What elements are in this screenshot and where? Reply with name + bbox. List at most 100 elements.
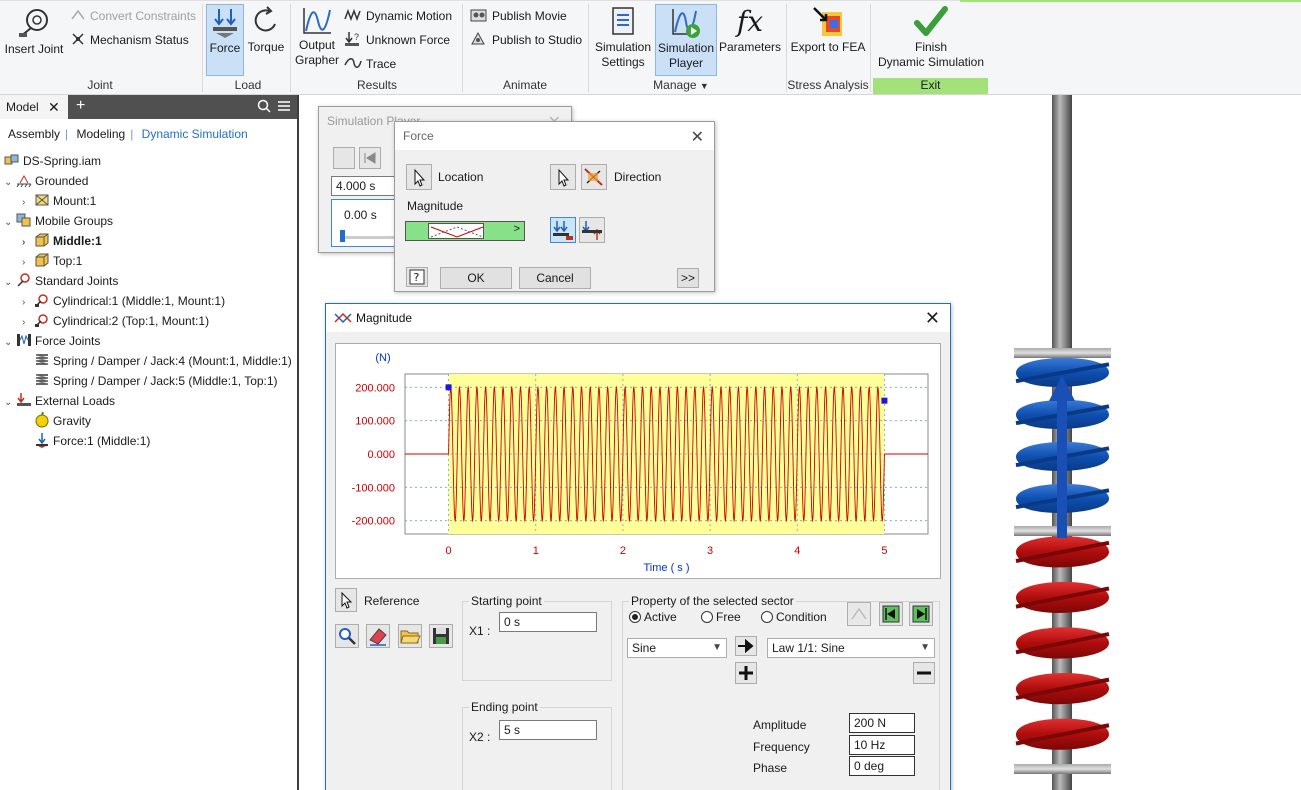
sim-record-button[interactable] — [333, 147, 355, 169]
subtab-assembly[interactable]: Assembly — [8, 127, 60, 141]
subtab-dynamic-simulation[interactable]: Dynamic Simulation — [142, 127, 248, 141]
frequency-input[interactable]: 10 Hz — [849, 735, 915, 755]
tree-item[interactable]: › Middle:1 — [22, 231, 102, 251]
help-button[interactable]: ? — [406, 267, 428, 287]
insert-joint-button[interactable]: Insert Joint — [4, 6, 64, 57]
parameters-label: Parameters — [718, 40, 782, 54]
chevron-right-icon[interactable]: › — [22, 233, 34, 253]
simulation-settings-button[interactable]: Simulation Settings — [592, 6, 654, 70]
force-button[interactable]: Force — [206, 4, 244, 76]
direction-select-button[interactable] — [550, 164, 576, 190]
output-grapher-button[interactable]: Output Grapher — [294, 6, 340, 68]
chevron-down-icon[interactable]: ⌄ — [4, 213, 16, 233]
location-select-button[interactable] — [406, 164, 432, 190]
export-to-fea-button[interactable]: Export to FEA — [790, 6, 866, 55]
sim-time-slider[interactable] — [340, 230, 345, 242]
chevron-down-icon[interactable]: ⌄ — [4, 393, 16, 413]
chevron-down-icon[interactable]: ⌄ — [4, 173, 16, 193]
simulation-player-button[interactable]: Simulation Player — [655, 4, 717, 76]
tree-item[interactable]: ⌄ Grounded — [4, 171, 88, 191]
reference-select-button[interactable] — [335, 588, 357, 612]
tree-item[interactable]: ⌄ Force Joints — [4, 331, 100, 351]
tree-item[interactable]: Force:1 (Middle:1) — [22, 431, 150, 451]
close-icon[interactable]: ✕ — [691, 127, 704, 147]
dynamic-motion-button[interactable]: Dynamic Motion — [344, 7, 452, 25]
chevron-down-icon[interactable]: ⌄ — [4, 273, 16, 293]
magnitude-chart-area[interactable]: 200.000 100.000 0.000 -100.000 -200.000 0 1 2 3 4… — [335, 343, 941, 579]
radio-free[interactable]: Free — [701, 610, 741, 624]
tree-item[interactable]: ⌄ Standard Joints — [4, 271, 118, 291]
radio-active[interactable]: Active — [629, 610, 677, 624]
tree-item[interactable]: Gravity — [22, 411, 91, 431]
tree-item[interactable]: › Cylindrical:2 (Top:1, Mount:1) — [22, 311, 209, 331]
reference-label: Reference — [364, 594, 420, 608]
spring-icon — [35, 374, 49, 385]
remove-law-button[interactable] — [913, 662, 935, 684]
menu-icon[interactable] — [277, 100, 291, 112]
expand-button[interactable]: >> — [677, 268, 699, 288]
publish-studio-button[interactable]: Publish to Studio — [470, 31, 582, 49]
trace-button[interactable]: Trace — [344, 55, 396, 73]
unknown-force-button[interactable]: ? Unknown Force — [344, 31, 450, 49]
close-icon[interactable]: ✕ — [48, 99, 60, 116]
tree-item[interactable]: ⌄ External Loads — [4, 391, 115, 411]
manage-dropdown-icon: ▼ — [699, 81, 709, 91]
chevron-right-icon[interactable]: › — [22, 193, 34, 213]
panel-label-results: Results — [356, 78, 397, 92]
erase-button[interactable] — [366, 624, 390, 648]
phase-label: Phase — [753, 761, 788, 775]
mechanism-status-button[interactable]: Mechanism Status — [70, 31, 189, 49]
magnitude-chart[interactable]: 200.000 100.000 0.000 -100.000 -200.000 0 1 2 3 4… — [336, 344, 940, 578]
convert-constraints-button[interactable]: Convert Constraints — [70, 7, 196, 25]
radio-condition[interactable]: Condition — [761, 610, 827, 624]
magnitude-graph-field[interactable]: > — [405, 221, 525, 241]
publish-movie-button[interactable]: Publish Movie — [470, 7, 567, 25]
law-list-select[interactable]: Law 1/1: Sine ▼ — [767, 638, 935, 658]
panel-label-manage[interactable]: Manage ▼ — [650, 78, 712, 92]
phase-input[interactable]: 0 deg — [849, 756, 915, 776]
tree-item[interactable]: ⌄ Mobile Groups — [4, 211, 113, 231]
sim-end-time-field[interactable]: 4.000 s — [331, 176, 401, 196]
zoom-button[interactable] — [335, 624, 359, 648]
finish-dynamic-simulation-button[interactable]: Finish Dynamic Simulation — [874, 6, 988, 70]
save-button[interactable] — [429, 624, 453, 648]
tree-item[interactable]: › Top:1 — [22, 251, 82, 271]
add-law-button[interactable] — [735, 662, 757, 684]
subtab-modeling[interactable]: Modeling — [76, 127, 125, 141]
sector-disabled-button[interactable] — [847, 602, 871, 626]
tree-item[interactable]: DS-Spring.iam — [4, 151, 101, 171]
open-button[interactable] — [398, 624, 422, 648]
simulation-player-label-1: Simulation — [657, 41, 715, 55]
chevron-down-icon[interactable]: ⌄ — [4, 333, 16, 353]
add-tab-icon[interactable]: + — [76, 97, 85, 115]
force-type-vector-button[interactable] — [550, 217, 576, 243]
chevron-right-icon[interactable]: › — [22, 293, 34, 313]
force-type-action-reaction-button[interactable] — [579, 217, 605, 243]
x1-input[interactable]: 0 s — [499, 612, 597, 632]
radio-free-dot — [701, 611, 713, 623]
apply-law-button[interactable] — [735, 636, 757, 656]
next-sector-button[interactable] — [909, 602, 933, 626]
tree-item[interactable]: Spring / Damper / Jack:4 (Mount:1, Middl… — [22, 351, 292, 371]
part-icon — [35, 194, 49, 206]
law-type-select[interactable]: Sine ▼ — [627, 638, 727, 658]
tree-item-label: Standard Joints — [35, 274, 119, 288]
sim-rewind-button[interactable] — [359, 147, 381, 169]
chevron-right-icon[interactable]: › — [22, 313, 34, 333]
previous-sector-button[interactable] — [879, 602, 903, 626]
ok-button[interactable]: OK — [440, 267, 512, 289]
search-icon[interactable] — [257, 99, 271, 113]
cursor-icon — [414, 168, 426, 187]
close-icon[interactable]: ✕ — [925, 308, 940, 329]
torque-button[interactable]: Torque — [246, 6, 286, 55]
amplitude-input[interactable]: 200 N — [849, 713, 915, 733]
force-joints-icon — [17, 334, 31, 346]
tree-item[interactable]: › Mount:1 — [22, 191, 96, 211]
chevron-right-icon[interactable]: › — [22, 253, 34, 273]
parameters-button[interactable]: fx Parameters — [718, 6, 782, 55]
flip-direction-button[interactable] — [581, 164, 607, 190]
cancel-button[interactable]: Cancel — [519, 267, 591, 289]
x2-input[interactable]: 5 s — [499, 720, 597, 740]
tree-item[interactable]: Spring / Damper / Jack:5 (Middle:1, Top:… — [22, 371, 278, 391]
tree-item[interactable]: › Cylindrical:1 (Middle:1, Mount:1) — [22, 291, 225, 311]
